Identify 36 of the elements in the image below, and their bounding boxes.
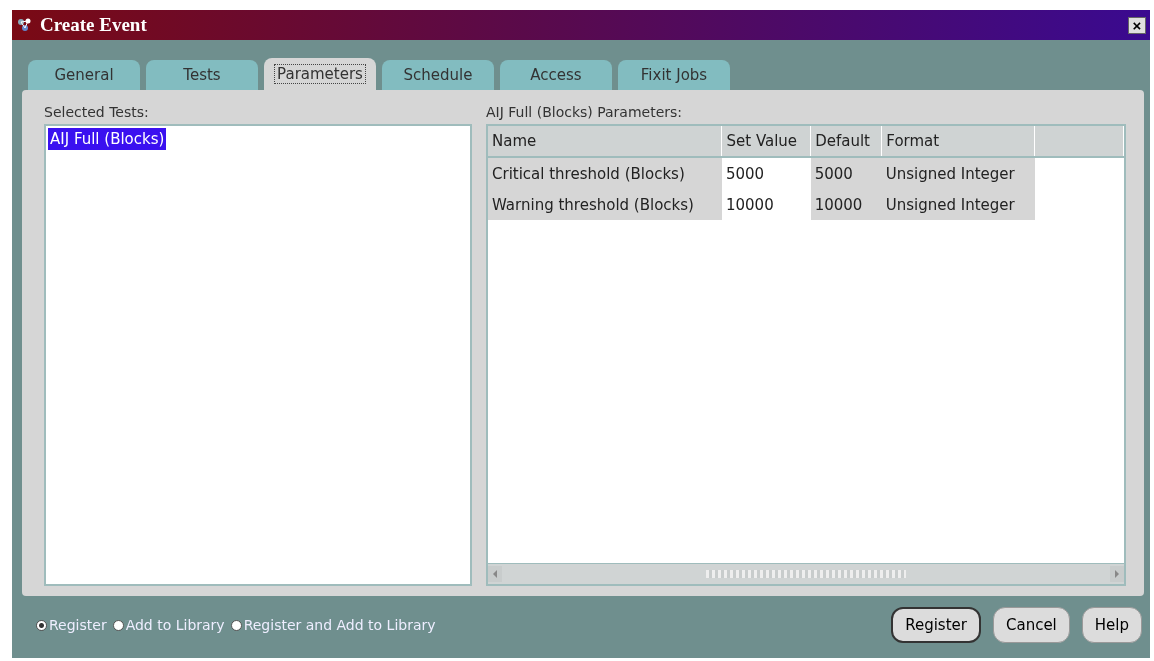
- tab[interactable]: Tests: [146, 60, 258, 90]
- table-cell: 5000: [810, 157, 882, 189]
- field-label: AIJ Full (Blocks) Parameters:: [486, 103, 684, 122]
- dialog-button[interactable]: Help: [1081, 607, 1142, 643]
- scroll-thumb-grip[interactable]: [706, 570, 906, 578]
- table-cell: 10000: [810, 189, 882, 220]
- table-cell: Critical threshold (Blocks): [488, 157, 722, 189]
- list-item[interactable]: AIJ Full (Blocks): [48, 128, 167, 150]
- scroll-left-icon[interactable]: [488, 566, 502, 582]
- table-cell[interactable]: 5000: [722, 157, 811, 189]
- column-header[interactable]: Name: [488, 126, 722, 157]
- radio-label: Register: [49, 617, 107, 633]
- scroll-right-icon[interactable]: [1110, 566, 1124, 582]
- radio-label: Register and Add to Library: [243, 617, 436, 633]
- table-cell: Warning threshold (Blocks): [488, 189, 722, 220]
- radio-button[interactable]: [230, 619, 242, 631]
- dialog-button[interactable]: Register: [891, 607, 981, 643]
- radio-label: Add to Library: [125, 617, 225, 633]
- tab[interactable]: Schedule: [382, 60, 494, 90]
- radio-button[interactable]: [112, 619, 124, 631]
- column-header[interactable]: Set Value: [722, 126, 811, 157]
- table-cell: Unsigned Integer: [881, 157, 1035, 189]
- table-cell[interactable]: 10000: [722, 189, 811, 220]
- tab[interactable]: General: [28, 60, 140, 90]
- tab[interactable]: Access: [500, 60, 612, 90]
- column-header[interactable]: Default: [810, 126, 882, 157]
- field-label: Selected Tests:: [44, 103, 150, 122]
- window-title: Create Event: [40, 14, 148, 36]
- tab[interactable]: Parameters: [264, 58, 376, 90]
- table-cell: Unsigned Integer: [881, 189, 1035, 220]
- radio-button[interactable]: [36, 619, 47, 631]
- horizontal-scrollbar[interactable]: [488, 563, 1124, 584]
- dialog-button[interactable]: Cancel: [992, 607, 1070, 643]
- tab[interactable]: Fixit Jobs: [618, 60, 730, 90]
- column-header[interactable]: Format: [881, 126, 1035, 157]
- close-button[interactable]: ×: [1128, 16, 1146, 34]
